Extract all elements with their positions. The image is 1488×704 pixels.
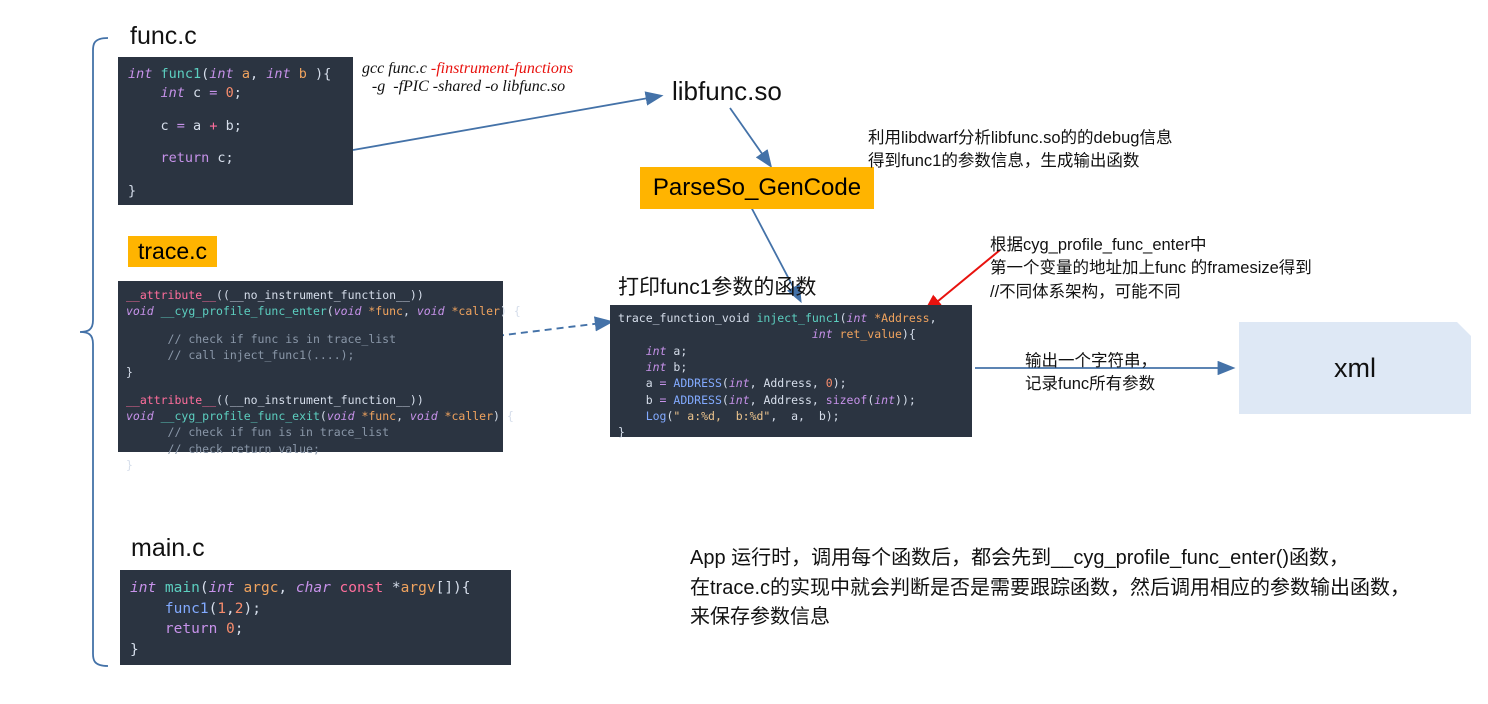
inject-func-code-block: trace_function_void inject_func1(int *Ad… <box>610 305 972 440</box>
parseso-gencode-box[interactable]: ParseSo_GenCode <box>640 167 874 209</box>
bottom-note: App 运行时，调用每个函数后，都会先到__cyg_profile_func_e… <box>690 547 1411 629</box>
code-line: // call inject_func1(....); <box>167 348 355 363</box>
code-line: __attribute__((__no_instrument_function_… <box>126 288 424 302</box>
gcc-cmd-line2: -g -fPIC -shared -o libfunc.so <box>371 78 566 95</box>
code-line: } <box>126 457 133 472</box>
code-line: return 0; <box>164 621 244 638</box>
framesize-note: 根据cyg_profile_func_enter中 第一个变量的地址加上func… <box>990 236 1312 301</box>
code-line: // check if fun is in trace_list <box>167 425 390 440</box>
code-line: func1(1,2); <box>164 600 261 617</box>
parseso-gencode-label: ParseSo_GenCode <box>652 174 862 201</box>
arrow-framesize-note <box>922 249 1001 314</box>
code-line: int a; <box>645 343 688 358</box>
code-line: c = a + b; <box>128 117 242 134</box>
code-line: Log(" a:%d, b:%d", a, b); <box>645 408 840 423</box>
code-line: trace_function_void inject_func1(int *Ad… <box>618 311 937 325</box>
trace-c-code-block: __attribute__((__no_instrument_function_… <box>118 281 521 472</box>
trace-c-title-wrap: trace.c <box>128 236 218 267</box>
code-line: int b; <box>645 359 688 374</box>
code-line: int main(int argc, char const *argv[]){ <box>130 580 471 596</box>
code-line: int ret_value){ <box>811 327 916 342</box>
code-line: return c; <box>160 150 234 167</box>
arrow-libfunc-to-parseso <box>729 107 773 168</box>
inject-func-title: 打印func1参数的函数 <box>618 276 817 299</box>
main-c-code-block: int main(int argc, char const *argv[]){ … <box>120 570 511 665</box>
app-brace <box>79 37 109 667</box>
code-line: __attribute__((__no_instrument_function_… <box>126 392 424 407</box>
code-line: } <box>130 641 139 658</box>
code-line: int func1(int a, int b ){ <box>128 66 332 82</box>
code-line: // check if func is in trace_list <box>167 332 397 347</box>
gcc-cmd-line1-pre: gcc func.c <box>362 60 431 77</box>
code-line: } <box>128 183 137 200</box>
gcc-command: gcc func.c -finstrument-functions -g -fP… <box>362 60 573 96</box>
arrow-func-to-libfunc <box>352 91 664 151</box>
xml-note: 输出一个字符串， 记录func所有参数 <box>1025 352 1157 394</box>
code-line: // check return value; <box>167 441 320 456</box>
code-line: void __cyg_profile_func_enter(void *func… <box>126 304 521 319</box>
xml-box[interactable]: xml <box>1239 322 1471 414</box>
code-line: int c = 0; <box>160 85 242 102</box>
code-line: } <box>618 425 625 440</box>
main-c-title: main.c <box>131 534 205 562</box>
code-line: void __cyg_profile_func_exit(void *func,… <box>126 408 514 423</box>
gcc-cmd-flag: -finstrument-functions <box>430 60 574 77</box>
func-c-title: func.c <box>130 22 197 50</box>
parseso-note: 利用libdwarf分析libfunc.so的的debug信息 得到func1的… <box>868 129 1173 171</box>
func-c-code-block: int func1(int a, int b ){ int c = 0; c =… <box>118 57 353 205</box>
code-line: b = ADDRESS(int, Address, sizeof(int)); <box>618 392 916 407</box>
code-line: } <box>126 364 133 379</box>
xml-box-label: xml <box>1334 352 1376 383</box>
code-line: a = ADDRESS(int, Address, 0); <box>618 376 847 391</box>
libfunc-so-label: libfunc.so <box>672 76 782 106</box>
trace-c-title: trace.c <box>128 236 218 267</box>
